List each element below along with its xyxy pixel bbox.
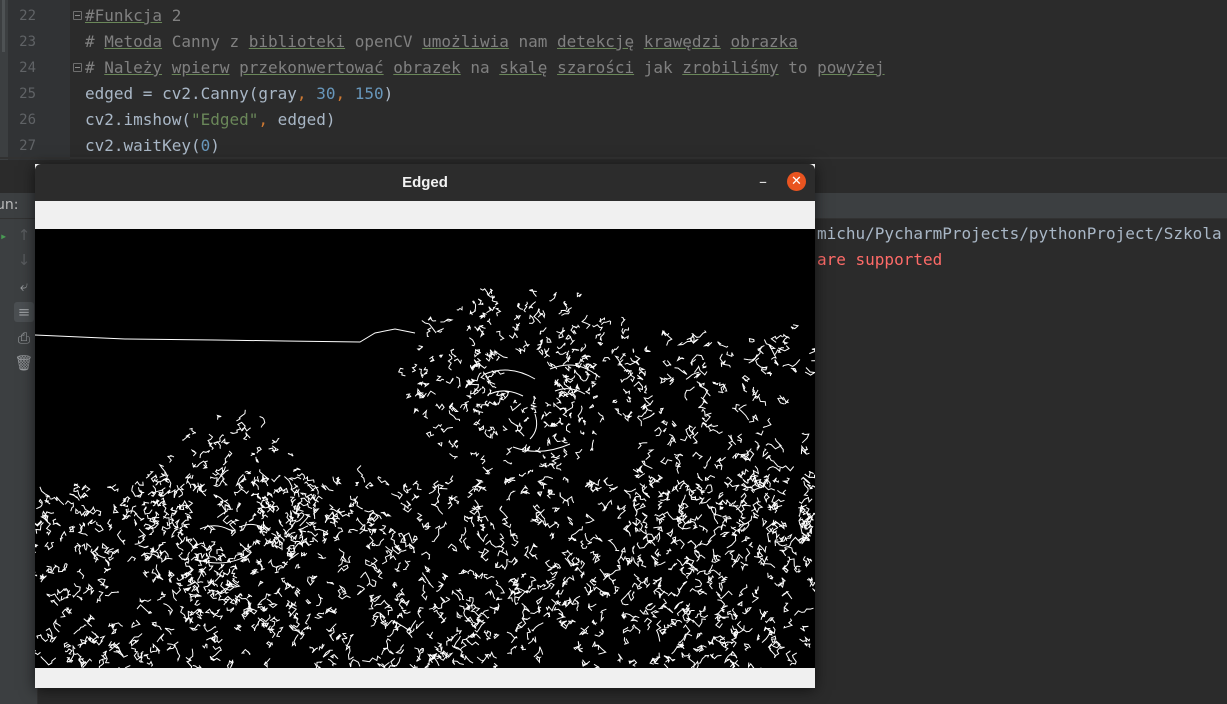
arrow-up-icon[interactable]: ↑ (14, 225, 34, 245)
trash-icon[interactable]: 🗑 (14, 353, 34, 373)
run-label: un: (0, 197, 19, 213)
console-error-text: are supported (817, 250, 943, 269)
editor-left-strip (0, 0, 8, 160)
window-toolbar (35, 201, 815, 229)
code-line-26[interactable]: cv2.imshow("Edged", edged) (85, 107, 335, 133)
line-number: 26 (19, 112, 36, 128)
fold-marker-icon[interactable] (73, 11, 82, 20)
run-toolbar: ▸ ↑ ↓ ⤶ ≡ ⎙ 🗑 (0, 219, 38, 704)
code-line-27[interactable]: cv2.waitKey(0) (85, 133, 220, 159)
opencv-edged-window[interactable]: Edged – ✕ (35, 164, 815, 688)
soft-wrap-icon[interactable]: ⤶ (14, 276, 34, 296)
pycharm-ide: 22 23 24 25 26 27 #Funkcja 2 # Metoda Ca… (0, 0, 1227, 704)
run-indicator-icon: ▸ (0, 229, 8, 243)
window-statusbar (35, 668, 815, 688)
line-number: 27 (19, 138, 36, 154)
edge-lines (35, 288, 815, 668)
minimize-icon[interactable]: – (753, 170, 773, 194)
fold-marker-icon[interactable] (73, 63, 82, 72)
code-line-24[interactable]: # Należy wpierw przekonwertować obrazek … (85, 55, 885, 81)
close-icon[interactable]: ✕ (787, 172, 806, 191)
canny-edge-image[interactable] (35, 229, 815, 668)
line-number: 25 (19, 86, 36, 102)
scroll-to-end-icon[interactable]: ≡ (14, 302, 34, 322)
print-icon[interactable]: ⎙ (14, 328, 34, 348)
console-path-text: michu/PycharmProjects/pythonProject/Szko… (817, 224, 1222, 243)
line-number: 23 (19, 34, 36, 50)
code-line-22[interactable]: #Funkcja 2 (85, 3, 181, 29)
window-titlebar[interactable]: Edged – ✕ (35, 164, 815, 201)
line-number: 22 (19, 8, 36, 24)
tool-window-divider[interactable] (0, 157, 1227, 159)
window-title: Edged (402, 174, 448, 191)
arrow-down-icon[interactable]: ↓ (14, 250, 34, 270)
code-line-23[interactable]: # Metoda Canny z biblioteki openCV umożl… (85, 29, 798, 55)
line-number: 24 (19, 60, 36, 76)
code-line-25[interactable]: edged = cv2.Canny(gray, 30, 150) (85, 81, 393, 107)
